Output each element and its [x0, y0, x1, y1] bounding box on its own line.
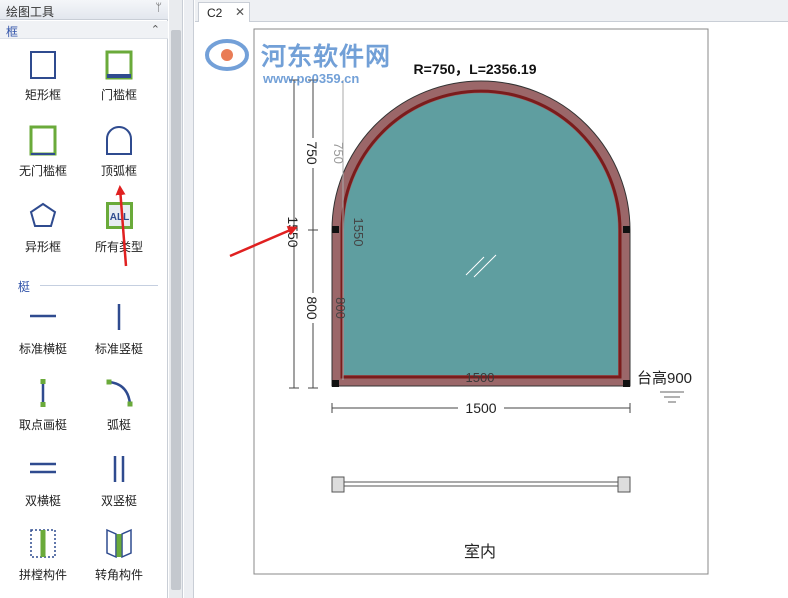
arc-radius-length-label: R=750，L=2356.19	[414, 61, 537, 77]
tool-label: 所有类型	[94, 240, 143, 254]
inner-total-dimension: 1550	[351, 218, 366, 247]
tool-label: 双竖梃	[100, 494, 137, 508]
all-types-icon: ALL	[106, 202, 133, 229]
tool-horizontal-mullion[interactable]: 标准横梃	[6, 298, 80, 364]
section-divider	[40, 285, 158, 286]
tool-label: 双横梃	[24, 494, 61, 508]
inner-width-dimension: 1500	[466, 370, 495, 385]
total-height-dimension: 1550	[285, 216, 301, 247]
panel-scrollbar[interactable]	[169, 0, 183, 598]
panel-header: 绘图工具 ᛘ	[0, 0, 168, 20]
section-end-block-left	[331, 476, 345, 493]
tool-rectangle-frame[interactable]: 矩形框	[6, 44, 80, 110]
panel-title: 绘图工具	[6, 5, 55, 19]
joint-marker	[623, 226, 630, 233]
tool-label: 无门槛框	[18, 164, 67, 178]
watermark-site-url: www.pc0359.cn	[263, 71, 360, 86]
tab-label: C2	[207, 6, 223, 20]
watermark-site-name: 河东软件网	[261, 43, 392, 71]
indoor-label: 室内	[464, 543, 496, 561]
document-tab-strip: C2 ✕	[195, 0, 788, 22]
tool-no-sill-frame[interactable]: 无门槛框	[6, 120, 80, 186]
tool-label: 异形框	[24, 240, 61, 254]
rectangle-frame-icon	[30, 51, 56, 79]
joint-marker	[332, 226, 339, 233]
horizontal-mullion-icon	[30, 314, 56, 318]
tool-custom-shape-frame[interactable]: 异形框	[6, 196, 80, 262]
tool-double-vertical-mullion[interactable]: 双竖梃	[82, 450, 156, 516]
sill-height-label: 台高900	[637, 370, 692, 387]
tool-joint-component[interactable]: 拼樘构件	[6, 524, 80, 590]
arch-height-dimension: 750	[304, 141, 320, 165]
mullion-section-label: 梃	[18, 280, 31, 294]
drawing-tools-panel: 绘图工具 ᛘ 框 ⌃ 矩形框 门槛框 无门槛框 顶弧框 异形框 ALL 所有类型…	[0, 0, 168, 598]
tool-label: 矩形框	[24, 88, 61, 102]
double-vertical-mullion-icon	[113, 456, 125, 482]
lower-height-dimension: 800	[304, 296, 320, 320]
watermark-logo	[205, 39, 249, 71]
no-sill-frame-icon	[29, 125, 57, 156]
tool-corner-component[interactable]: 转角构件	[82, 524, 156, 590]
width-dimension: 1500	[465, 400, 496, 416]
tool-label: 标准横梃	[18, 342, 67, 356]
window-drawing: R=750，L=2356.19 750 1550 800 1500 1550 7…	[253, 28, 709, 575]
double-horizontal-mullion-icon	[30, 462, 56, 474]
point-mullion-icon	[40, 379, 46, 407]
arch-top-frame-icon	[106, 126, 132, 155]
corner-component-icon	[106, 528, 132, 559]
tab-c2[interactable]: C2 ✕	[198, 2, 250, 22]
section-end-block-right	[617, 476, 631, 493]
pin-icon[interactable]: ᛘ	[155, 2, 162, 14]
frame-section-header[interactable]: 框 ⌃	[0, 21, 168, 39]
all-types-icon-text: ALL	[110, 212, 129, 223]
scrollbar-thumb[interactable]	[171, 30, 181, 590]
joint-marker	[332, 380, 339, 387]
arc-mullion-icon	[106, 379, 133, 407]
tool-sill-frame[interactable]: 门槛框	[82, 44, 156, 110]
tool-label: 弧梃	[106, 418, 131, 432]
tool-arc-mullion[interactable]: 弧梃	[82, 374, 156, 440]
pentagon-frame-icon	[29, 202, 57, 227]
tool-label: 拼樘构件	[18, 568, 67, 582]
tool-vertical-mullion[interactable]: 标准竖梃	[82, 298, 156, 364]
sill-frame-icon	[105, 50, 133, 80]
tool-arch-top-frame[interactable]: 顶弧框	[82, 120, 156, 186]
vertical-mullion-icon	[117, 304, 121, 330]
close-icon[interactable]: ✕	[235, 5, 245, 19]
tool-label: 转角构件	[94, 568, 143, 582]
drawing-canvas[interactable]: R=750，L=2356.19 750 1550 800 1500 1550 7…	[195, 23, 788, 598]
joint-component-icon	[30, 529, 56, 558]
frame-section-label: 框	[6, 25, 19, 39]
tool-point-mullion[interactable]: 取点画梃	[6, 374, 80, 440]
inner-arch-dimension: 750	[331, 142, 346, 164]
glass-pane	[344, 93, 618, 375]
inner-lower-dimension: 800	[333, 297, 348, 319]
tool-label: 门槛框	[100, 88, 137, 102]
collapse-icon[interactable]: ⌃	[151, 23, 160, 36]
tool-double-horizontal-mullion[interactable]: 双横梃	[6, 450, 80, 516]
tool-label: 顶弧框	[100, 164, 137, 178]
tool-label: 标准竖梃	[94, 342, 143, 356]
tool-label: 取点画梃	[18, 418, 67, 432]
joint-marker	[623, 380, 630, 387]
panel-splitter[interactable]	[184, 0, 194, 598]
tool-all-types[interactable]: ALL 所有类型	[82, 196, 156, 262]
